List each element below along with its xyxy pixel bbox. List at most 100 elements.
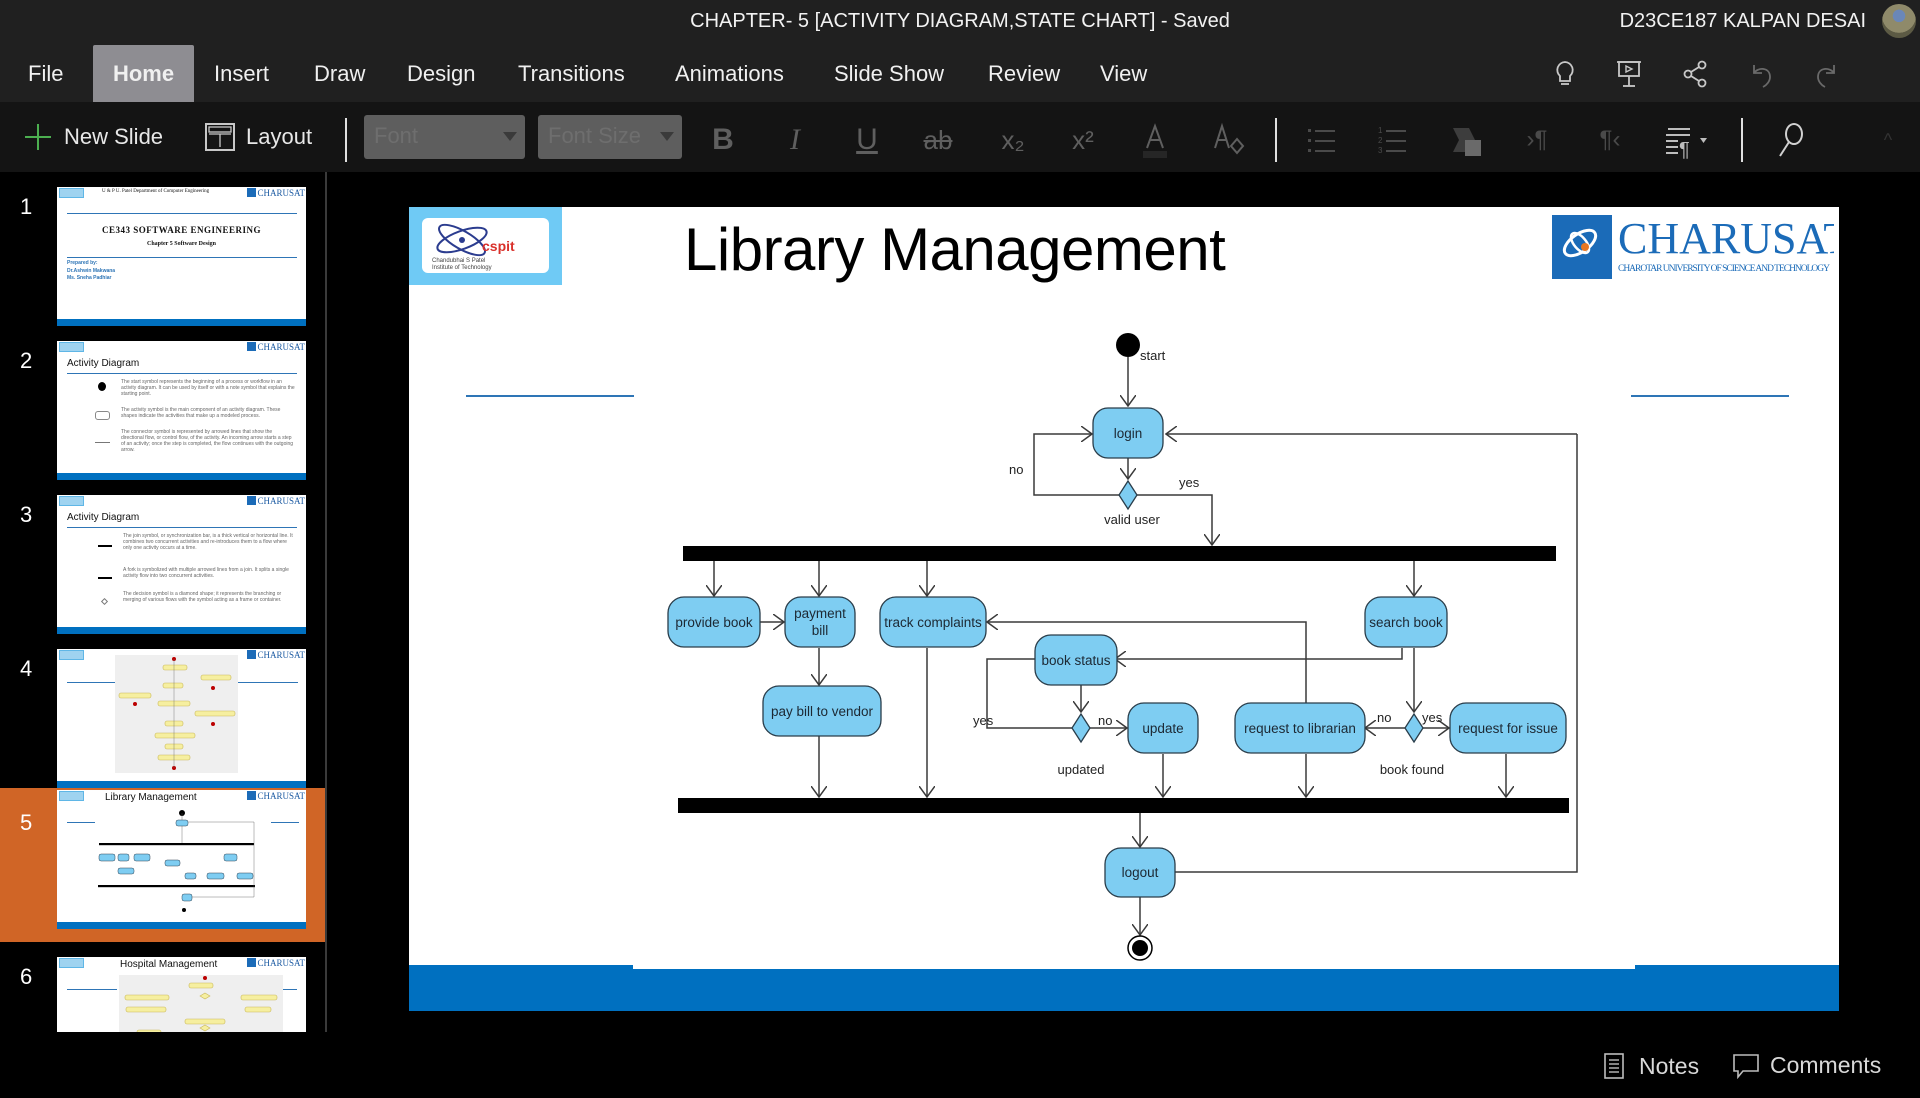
slide-thumbnail-row[interactable]: 4 CHARUSAT: [0, 634, 325, 788]
activity-diagram[interactable]: start login valid user no yes provide bo…: [409, 207, 1839, 967]
svg-text:pay bill to vendor: pay bill to vendor: [771, 704, 874, 719]
tab-draw[interactable]: Draw: [294, 45, 385, 102]
thumb-bullet: The connector symbol is represented by a…: [121, 429, 294, 453]
font-size-dropdown[interactable]: Font Size: [538, 115, 682, 159]
tab-review[interactable]: Review: [968, 45, 1080, 102]
node-pay-bill-to-vendor[interactable]: pay bill to vendor: [762, 685, 882, 737]
status-bar: Notes Comments: [0, 1032, 1920, 1098]
guard-yes: yes: [973, 713, 994, 728]
thumb-title: Activity Diagram: [67, 512, 140, 523]
tab-slide-show[interactable]: Slide Show: [814, 45, 964, 102]
svg-text:bill: bill: [812, 623, 829, 638]
slides-panel[interactable]: 1 CHARUSAT U & P U. Patel Department of …: [0, 172, 327, 1098]
lightbulb-icon[interactable]: [1548, 57, 1582, 91]
ltr-paragraph-button[interactable]: ›¶: [1517, 120, 1557, 160]
ribbon-divider: [345, 118, 347, 162]
clear-formatting-button[interactable]: [1207, 120, 1247, 160]
comments-button[interactable]: Comments: [1732, 1052, 1881, 1079]
share-icon[interactable]: [1678, 57, 1712, 91]
slide-thumbnail-1[interactable]: CHARUSAT U & P U. Patel Department of Co…: [57, 187, 306, 326]
layout-button[interactable]: Layout: [204, 116, 312, 158]
collapse-ribbon-button[interactable]: ^: [1868, 120, 1908, 160]
italic-button[interactable]: I: [775, 120, 815, 160]
numbered-list-button[interactable]: 123: [1373, 120, 1413, 160]
tab-transitions[interactable]: Transitions: [498, 45, 645, 102]
connector-symbol-icon: [95, 442, 110, 443]
slide-number: 2: [20, 348, 33, 373]
thumb-header: U & P U. Patel Department of Computer En…: [102, 189, 210, 194]
node-track-complaints[interactable]: track complaints: [879, 596, 987, 648]
search-icon: [1779, 123, 1803, 157]
thumb-footer-bar: [57, 781, 306, 788]
charusat-logo: CHARUSAT: [247, 342, 305, 352]
slide-thumbnail-row[interactable]: 1 CHARUSAT U & P U. Patel Department of …: [0, 172, 325, 326]
tab-insert[interactable]: Insert: [194, 45, 289, 102]
join-symbol-icon: [98, 545, 112, 547]
tab-file[interactable]: File: [8, 45, 83, 102]
svg-text:update: update: [1142, 721, 1183, 736]
slide-footer-notch: [633, 965, 1635, 969]
user-name[interactable]: D23CE187 KALPAN DESAI: [1620, 10, 1866, 33]
node-login[interactable]: login: [1092, 407, 1164, 459]
thumb-footer-bar: [57, 473, 306, 480]
redo-icon[interactable]: [1810, 57, 1844, 91]
slide-thumbnail-row[interactable]: 2 CHARUSAT Activity Diagram The start sy…: [0, 326, 325, 480]
shape-fill-icon: [1453, 128, 1481, 156]
bullet-list-button[interactable]: [1302, 120, 1342, 160]
node-logout[interactable]: logout: [1104, 847, 1176, 898]
ribbon-toolbar: New Slide Layout Font Font Size B I U ab…: [0, 102, 1920, 172]
node-update[interactable]: update: [1127, 702, 1199, 754]
current-slide[interactable]: cspit Chandubhai S Patel Institute of Te…: [409, 207, 1839, 1011]
thumb-bullet: A fork is symbolized with multiple arrow…: [123, 567, 289, 579]
decision-valid-user[interactable]: valid user: [1104, 479, 1160, 527]
underline-button[interactable]: U: [847, 120, 887, 160]
superscript-button[interactable]: x²: [1063, 120, 1103, 160]
font-dropdown[interactable]: Font: [364, 115, 525, 159]
node-provide-book[interactable]: provide book: [667, 596, 761, 648]
strikethrough-button[interactable]: ab: [918, 120, 958, 160]
cspit-logo: [59, 791, 84, 801]
slide-thumbnail-3[interactable]: CHARUSAT Activity Diagram The join symbo…: [57, 495, 306, 634]
thumb-subtitle: Chapter 5 Software Design: [147, 241, 216, 247]
thumb-title: CE343 SOFTWARE ENGINEERING: [101, 225, 262, 235]
font-color-button[interactable]: [1135, 120, 1175, 160]
svg-text:track complaints: track complaints: [884, 615, 982, 630]
guard-no: no: [1098, 713, 1112, 728]
guard-yes: yes: [1422, 710, 1443, 725]
present-icon[interactable]: [1612, 57, 1646, 91]
thumb-bullet: The start symbol represents the beginnin…: [121, 379, 295, 397]
user-avatar[interactable]: [1882, 4, 1916, 38]
node-request-to-librarian[interactable]: request to librarian: [1234, 702, 1366, 754]
tab-view[interactable]: View: [1080, 45, 1167, 102]
undo-icon[interactable]: [1744, 57, 1778, 91]
node-request-for-issue[interactable]: request for issue: [1449, 702, 1567, 754]
slide-thumbnail-2[interactable]: CHARUSAT Activity Diagram The start symb…: [57, 341, 306, 480]
slide-number: 1: [20, 194, 33, 219]
font-color-icon: [1143, 123, 1167, 158]
new-slide-button[interactable]: New Slide: [22, 116, 163, 158]
slide-thumbnail-row[interactable]: 3 CHARUSAT Activity Diagram The join sym…: [0, 480, 325, 634]
slide-number: 5: [20, 810, 33, 835]
tab-animations[interactable]: Animations: [655, 45, 804, 102]
notes-button[interactable]: Notes: [1603, 1052, 1699, 1080]
bold-button[interactable]: B: [703, 120, 743, 160]
slide-thumbnail-5[interactable]: CHARUSAT Library Management: [57, 790, 306, 929]
tab-design[interactable]: Design: [387, 45, 495, 102]
slide-thumbnail-4[interactable]: CHARUSAT: [57, 649, 306, 788]
paragraph-icon: ¶: [1666, 128, 1707, 161]
slide-thumbnail-row-active[interactable]: 5 CHARUSAT Library Management: [0, 788, 325, 942]
node-book-status[interactable]: book status: [1034, 634, 1118, 686]
notes-label: Notes: [1639, 1052, 1700, 1079]
layout-icon: [205, 123, 235, 151]
rtl-paragraph-button[interactable]: ¶‹: [1590, 120, 1630, 160]
node-payment-bill[interactable]: payment bill: [784, 596, 856, 648]
shape-fill-button[interactable]: [1447, 120, 1487, 160]
node-search-book[interactable]: search book: [1364, 596, 1448, 648]
paragraph-options-button[interactable]: ¶: [1660, 120, 1720, 161]
font-size-placeholder: Font Size: [548, 123, 641, 148]
tab-home[interactable]: Home: [93, 45, 194, 102]
slide-number: 6: [20, 964, 33, 989]
subscript-button[interactable]: x₂: [993, 120, 1033, 160]
find-button[interactable]: [1770, 120, 1810, 160]
svg-text:updated: updated: [1058, 762, 1105, 777]
